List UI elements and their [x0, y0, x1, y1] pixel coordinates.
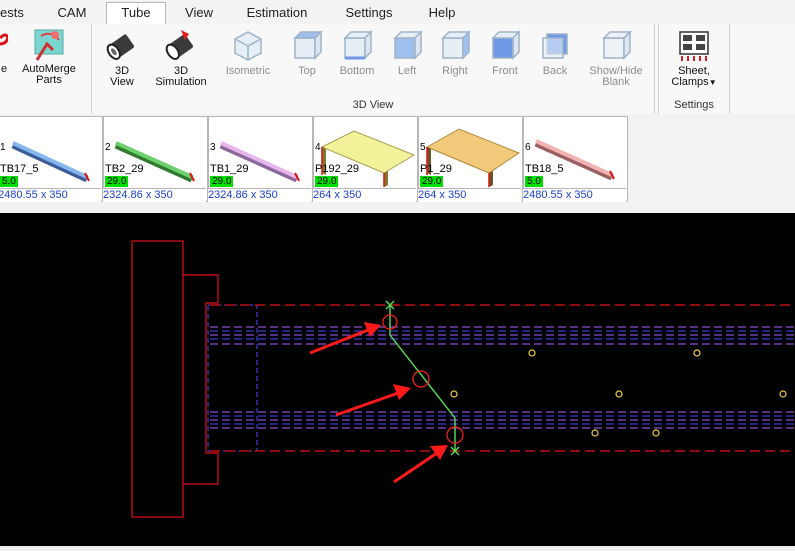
part-name: TB18_5	[525, 163, 564, 175]
automerge-label-line2: Parts	[36, 74, 62, 86]
tab-tube[interactable]: Tube	[106, 2, 166, 26]
pierce-markers	[450, 349, 787, 437]
part-number: 2	[105, 142, 111, 153]
part-card-4[interactable]: 4 P192_29 29.0 264 x 350	[313, 116, 418, 202]
3d-view-button[interactable]: 3D View	[98, 26, 146, 88]
partial-button-label: e	[0, 63, 8, 75]
top-view-label: Top	[298, 65, 316, 77]
left-view-button[interactable]: Left	[384, 26, 430, 77]
bottom-view-button[interactable]: Bottom	[332, 26, 382, 77]
part-number: 6	[525, 142, 531, 153]
tube-wall-upper	[210, 326, 795, 345]
part-number: 1	[0, 142, 6, 153]
top-view-cube-icon	[293, 30, 323, 60]
part-dimensions: 2480.55 x 350	[523, 188, 626, 202]
ribbon-group-parts: e AutoMerge Parts	[0, 24, 92, 114]
tab-estimation[interactable]: Estimation	[234, 4, 320, 24]
part-quantity-badge: 29.0	[210, 176, 234, 187]
3d-simulation-button[interactable]: 3D Simulation	[148, 26, 214, 88]
tab-help[interactable]: Help	[416, 4, 468, 24]
part-card-2[interactable]: 2 TB2_29 29.0 2324.86 x 350	[103, 116, 208, 202]
part-name: P192_29	[315, 163, 360, 175]
part-number: 5	[420, 142, 426, 153]
part-name: TB2_29	[105, 163, 144, 175]
top-view-button[interactable]: Top	[284, 26, 330, 77]
ribbon-group-settings: Sheet, Clamps▼ Settings	[658, 24, 730, 114]
right-view-cube-icon	[441, 30, 471, 60]
part-card-5[interactable]: 5 P1_29 29.0 264 x 350	[418, 116, 523, 202]
show-hide-blank-button[interactable]: Show/Hide Blank	[582, 26, 650, 88]
isometric-button[interactable]: Isometric	[218, 26, 278, 77]
part-card-6[interactable]: 6 TB18_5 5.0 2480.55 x 350	[523, 116, 628, 202]
back-view-button[interactable]: Back	[532, 26, 578, 77]
dropdown-arrow-icon: ▼	[708, 78, 717, 87]
menu-tab-bar: ests CAM Tube View Estimation Settings H…	[0, 0, 795, 26]
partial-ribbon-button[interactable]: e	[0, 26, 8, 75]
back-view-label: Back	[542, 65, 568, 77]
sheet-clamps-button[interactable]: Sheet, Clamps▼	[665, 26, 723, 88]
bottom-view-cube-icon	[343, 30, 373, 60]
front-view-button[interactable]: Front	[482, 26, 528, 77]
part-quantity-badge: 29.0	[420, 176, 444, 187]
part-quantity-badge: 29.0	[105, 176, 129, 187]
tube-wall-lower	[210, 411, 795, 429]
isometric-label: Isometric	[225, 65, 271, 77]
part-quantity-badge: 5.0	[525, 176, 543, 187]
automerge-parts-button[interactable]: AutoMerge Parts	[12, 26, 86, 86]
part-name: TB17_5	[0, 163, 39, 175]
parts-strip: 1 TB17_5 5.0 2480.55 x 350 2 TB2_29 29.0…	[0, 114, 795, 212]
3d-simulation-label-2: Simulation	[155, 76, 207, 88]
right-view-label: Right	[442, 65, 468, 77]
annotation-arrows	[309, 322, 448, 484]
part-quantity-badge: 29.0	[315, 176, 339, 187]
show-hide-blank-icon	[602, 30, 632, 60]
cad-canvas[interactable]	[0, 213, 795, 546]
automerge-icon	[34, 29, 64, 61]
ribbon-group-3d-view: 3D View 3D Simulation Isometric Top Bott…	[92, 24, 655, 114]
ribbon-group-label-settings: Settings	[674, 99, 714, 111]
part-name: TB1_29	[210, 163, 249, 175]
part-dimensions: 264 x 350	[313, 188, 416, 202]
isometric-cube-icon	[234, 31, 262, 61]
part-card-3[interactable]: 3 TB1_29 29.0 2324.86 x 350	[208, 116, 313, 202]
right-view-button[interactable]: Right	[432, 26, 478, 77]
sheet-clamps-label-2: Clamps▼	[671, 76, 717, 88]
clamp-outline	[131, 240, 219, 518]
part-name: P1_29	[420, 163, 452, 175]
tab-settings[interactable]: Settings	[332, 4, 406, 24]
cad-drawing[interactable]	[0, 213, 795, 546]
part-number: 4	[315, 142, 321, 153]
part-dimensions: 2324.86 x 350	[103, 188, 206, 202]
part-number: 3	[210, 142, 216, 153]
left-view-cube-icon	[393, 30, 423, 60]
part-quantity-badge: 5.0	[0, 176, 18, 187]
partial-icon	[0, 33, 8, 46]
part-dimensions: 2480.55 x 350	[0, 188, 101, 202]
part-dimensions: 264 x 350	[418, 188, 521, 202]
left-view-label: Left	[397, 65, 417, 77]
ribbon-group-label-3d-view: 3D View	[352, 99, 394, 111]
sheet-clamps-icon	[679, 31, 709, 61]
show-hide-label-2: Blank	[602, 76, 630, 88]
3d-tube-icon	[106, 34, 134, 60]
front-view-cube-icon	[491, 30, 521, 60]
3d-view-label-2: View	[110, 76, 134, 88]
part-card-1[interactable]: 1 TB17_5 5.0 2480.55 x 350	[0, 116, 103, 202]
part-dimensions: 2324.86 x 350	[208, 188, 311, 202]
back-view-cube-icon	[542, 33, 568, 59]
tab-cam[interactable]: CAM	[48, 4, 96, 24]
tab-view[interactable]: View	[174, 4, 224, 24]
front-view-label: Front	[492, 65, 518, 77]
tab-tests[interactable]: ests	[0, 4, 24, 24]
bottom-view-label: Bottom	[339, 65, 375, 77]
ribbon: e AutoMerge Parts 3D View 3D Simulation …	[0, 24, 795, 115]
3d-simulation-icon	[165, 30, 193, 60]
